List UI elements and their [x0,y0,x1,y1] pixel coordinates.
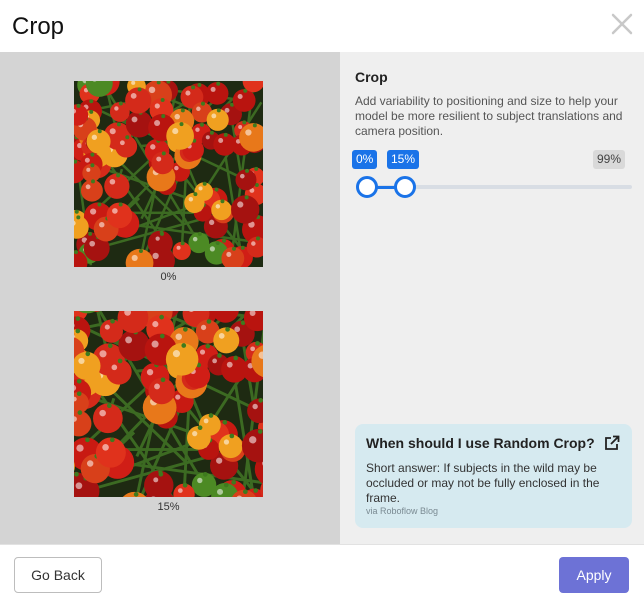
preview-image-cropped [74,311,263,497]
external-link-icon[interactable] [604,435,620,451]
slider-limit-value: 99% [593,150,626,169]
go-back-button[interactable]: Go Back [14,557,102,593]
info-card-source: via Roboflow Blog [366,506,439,516]
settings-panel: Crop Add variability to positioning and … [340,52,644,544]
settings-heading: Crop [355,69,388,85]
tomato-image [74,311,263,497]
tomato-image [74,81,263,267]
preview-caption: 15% [157,501,180,513]
info-card: When should I use Random Crop? Short ans… [355,424,632,528]
preview-caption: 0% [160,271,177,283]
preview-panel: 0% 15% [0,52,340,544]
info-card-body: Short answer: If subjects in the wild ma… [366,461,600,505]
settings-description: Add variability to positioning and size … [355,94,623,138]
slider-max-handle[interactable] [394,176,416,198]
slider-max-value: 15% [387,150,420,169]
dialog-title: Crop [12,13,65,40]
dialog-footer: Go Back Apply [0,544,644,604]
slider-min-handle[interactable] [356,176,378,198]
dialog-header: Crop [0,0,644,52]
preview-image-original [74,81,263,267]
apply-button[interactable]: Apply [559,557,629,593]
close-icon[interactable] [610,12,634,36]
info-card-title[interactable]: When should I use Random Crop? [366,435,595,451]
slider-min-value: 0% [352,150,378,169]
